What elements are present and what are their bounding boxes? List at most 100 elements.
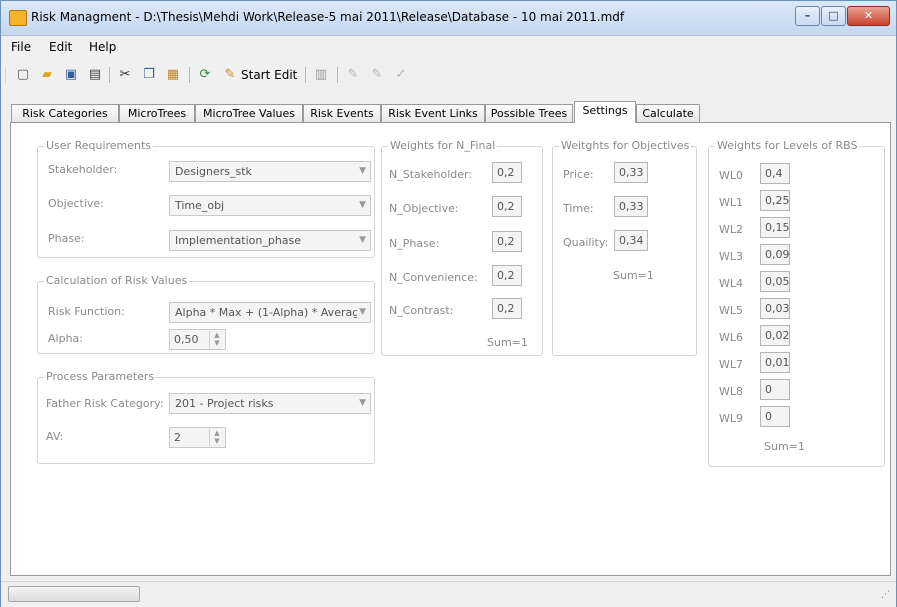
father-category-select[interactable]: 201 - Project risks ▼ bbox=[169, 393, 371, 414]
process-parameters-group: Process Parameters Father Risk Category:… bbox=[37, 370, 375, 464]
tab-possible-trees[interactable]: Possible Trees bbox=[485, 104, 573, 123]
stakeholder-select[interactable]: Designers_stk ▼ bbox=[169, 161, 371, 182]
spinner-arrows-icon[interactable]: ▲ ▼ bbox=[209, 331, 224, 348]
tab-microtrees[interactable]: MicroTrees bbox=[119, 104, 195, 123]
n-phase-input[interactable]: 0,2 bbox=[492, 231, 522, 252]
objective-select[interactable]: Time_obj ▼ bbox=[169, 195, 371, 216]
toolbar-separator bbox=[337, 67, 338, 83]
tab-calculate[interactable]: Calculate bbox=[636, 104, 700, 123]
user-requirements-group: User Requirements Stakeholder: Designers… bbox=[37, 139, 375, 258]
tab-microtree-values[interactable]: MicroTree Values bbox=[195, 104, 303, 123]
paste-icon[interactable]: ▦ bbox=[165, 66, 181, 84]
tab-risk-events[interactable]: Risk Events bbox=[303, 104, 381, 123]
spinner-arrows-icon[interactable]: ▲ ▼ bbox=[209, 429, 224, 446]
father-category-label: Father Risk Category: bbox=[46, 397, 164, 410]
wl8-input[interactable]: 0 bbox=[760, 379, 790, 400]
price-weight-input[interactable]: 0,33 bbox=[614, 162, 648, 183]
n-stakeholder-label: N_Stakeholder: bbox=[389, 168, 473, 181]
wl7-input[interactable]: 0,01 bbox=[760, 352, 790, 373]
father-category-value: 201 - Project risks bbox=[175, 397, 274, 410]
objectives-sum: Sum=1 bbox=[613, 269, 654, 282]
wl5-input[interactable]: 0,03 bbox=[760, 298, 790, 319]
av-label: AV: bbox=[46, 430, 64, 443]
maximize-icon: □ bbox=[828, 9, 839, 22]
group-title: Weitghts for Objectives bbox=[559, 139, 692, 152]
chevron-down-icon: ▼ bbox=[359, 235, 366, 245]
objective-value: Time_obj bbox=[175, 199, 225, 212]
wl0-label: WL0 bbox=[719, 169, 744, 182]
maximize-button[interactable]: □ bbox=[821, 6, 846, 26]
copy-icon[interactable]: ❐ bbox=[141, 66, 157, 84]
minimize-icon: – bbox=[804, 9, 811, 22]
calculator-icon[interactable]: ▥ bbox=[313, 66, 329, 84]
price-label: Price: bbox=[563, 168, 594, 181]
pencil-icon[interactable]: ✎ bbox=[222, 66, 238, 84]
tab-settings[interactable]: Settings bbox=[574, 101, 636, 123]
n-objective-input[interactable]: 0,2 bbox=[492, 196, 522, 217]
wl6-label: WL6 bbox=[719, 331, 744, 344]
toolbar-grip bbox=[5, 67, 6, 83]
wl4-input[interactable]: 0,05 bbox=[760, 271, 790, 292]
time-weight-input[interactable]: 0,33 bbox=[614, 196, 648, 217]
weights-rbs-group: Weights for Levels of RBS WL0 0,4 WL1 0,… bbox=[708, 139, 885, 467]
toolbar-separator bbox=[189, 67, 190, 83]
risk-values-group: Calculation of Risk Values Risk Function… bbox=[37, 274, 375, 354]
quality-weight-input[interactable]: 0,34 bbox=[614, 230, 648, 251]
checkmark-icon[interactable]: ✓ bbox=[393, 66, 409, 84]
refresh-icon[interactable]: ⟳ bbox=[197, 66, 213, 84]
group-title: Weights for N_Final bbox=[388, 139, 498, 152]
open-folder-icon[interactable]: ▰ bbox=[39, 66, 55, 84]
chevron-down-icon: ▼ bbox=[357, 303, 366, 322]
n-convenience-input[interactable]: 0,2 bbox=[492, 265, 522, 286]
av-spinner[interactable]: 2 ▲ ▼ bbox=[169, 427, 226, 448]
wl1-label: WL1 bbox=[719, 196, 744, 209]
tab-risk-event-links[interactable]: Risk Event Links bbox=[381, 104, 485, 123]
wl2-input[interactable]: 0,15 bbox=[760, 217, 790, 238]
group-title: User Requirements bbox=[44, 139, 154, 152]
tab-risk-categories[interactable]: Risk Categories bbox=[11, 104, 119, 123]
n-phase-label: N_Phase: bbox=[389, 237, 440, 250]
app-icon bbox=[9, 10, 27, 26]
resize-grip-icon[interactable]: ⋰ bbox=[881, 590, 890, 600]
phase-value: Implementation_phase bbox=[175, 234, 302, 247]
phase-select[interactable]: Implementation_phase ▼ bbox=[169, 230, 371, 251]
objective-label: Objective: bbox=[48, 197, 104, 210]
wl3-input[interactable]: 0,09 bbox=[760, 244, 790, 265]
risk-function-select[interactable]: Alpha * Max + (1-Alpha) * Averag ▼ bbox=[169, 302, 371, 323]
link-edit-icon[interactable]: ✎ bbox=[345, 66, 361, 84]
group-title: Process Parameters bbox=[44, 370, 157, 383]
new-file-icon[interactable]: ▢ bbox=[15, 66, 31, 84]
menu-edit[interactable]: Edit bbox=[49, 40, 72, 54]
wl6-input[interactable]: 0,02 bbox=[760, 325, 790, 346]
menu-bar: File Edit Help bbox=[1, 36, 896, 58]
wl9-input[interactable]: 0 bbox=[760, 406, 790, 427]
n-contrast-input[interactable]: 0,2 bbox=[492, 298, 522, 319]
menu-file[interactable]: File bbox=[11, 40, 31, 54]
menu-help[interactable]: Help bbox=[89, 40, 116, 54]
chevron-down-icon: ▼ bbox=[359, 200, 366, 210]
n-stakeholder-input[interactable]: 0,2 bbox=[492, 162, 522, 183]
title-bar: Risk Managment - D:\Thesis\Mehdi Work\Re… bbox=[1, 1, 896, 36]
n-convenience-label: N_Convenience: bbox=[389, 271, 478, 284]
minimize-button[interactable]: – bbox=[795, 6, 820, 26]
unlink-icon[interactable]: ✎ bbox=[369, 66, 385, 84]
wl0-input[interactable]: 0,4 bbox=[760, 163, 790, 184]
save-icon[interactable]: ▣ bbox=[63, 66, 79, 84]
alpha-spinner[interactable]: 0,50 ▲ ▼ bbox=[169, 329, 226, 350]
chevron-down-icon: ▼ bbox=[359, 398, 366, 408]
n-final-sum: Sum=1 bbox=[487, 336, 528, 349]
wl1-input[interactable]: 0,25 bbox=[760, 190, 790, 211]
start-edit-button[interactable]: Start Edit bbox=[241, 68, 297, 82]
cut-icon[interactable]: ✂ bbox=[117, 66, 133, 84]
close-button[interactable]: ✕ bbox=[847, 6, 890, 26]
print-icon[interactable]: ▤ bbox=[87, 66, 103, 84]
risk-function-label: Risk Function: bbox=[48, 305, 125, 318]
wl7-label: WL7 bbox=[719, 358, 744, 371]
wl2-label: WL2 bbox=[719, 223, 744, 236]
toolbar: ▢ ▰ ▣ ▤ ✂ ❐ ▦ ⟳ ✎ Start Edit ▥ ✎ ✎ ✓ bbox=[1, 59, 896, 95]
tab-strip: Risk Categories MicroTrees MicroTree Val… bbox=[1, 101, 896, 123]
n-contrast-label: N_Contrast: bbox=[389, 304, 454, 317]
toolbar-separator bbox=[109, 67, 110, 83]
time-label: Time: bbox=[563, 202, 594, 215]
stakeholder-value: Designers_stk bbox=[175, 165, 252, 178]
